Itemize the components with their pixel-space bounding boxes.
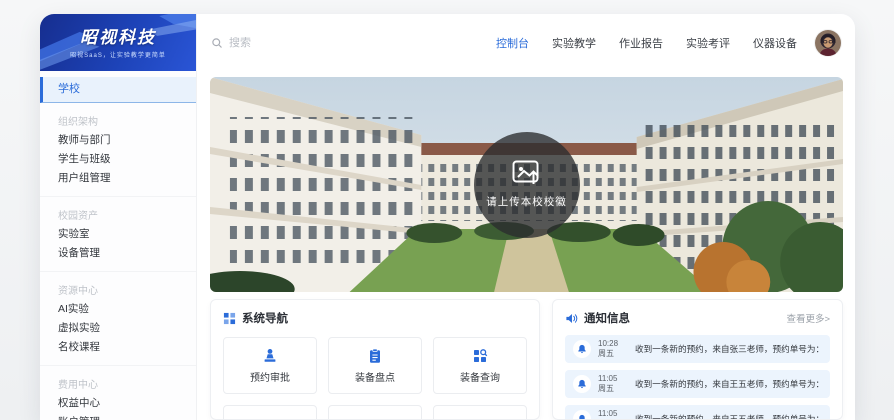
sidebar-item-school[interactable]: 学校 (40, 77, 196, 103)
sidebar-item-teachers-departments[interactable]: 教师与部门 (40, 131, 196, 150)
nav-card-hidden-3[interactable] (433, 405, 527, 420)
bell-icon (573, 340, 591, 358)
notification-panel: 通知信息 查看更多> 10:28周五 收到一条新的预约，来自张三老师，预约单号为… (552, 299, 843, 420)
brand-title: 昭视科技 (40, 23, 196, 48)
notification-row[interactable]: 11:05周五 收到一条新的预约，来自王五老师，预约单号为：Y-0056，请尽快… (565, 405, 830, 420)
panel-title: 通知信息 (584, 310, 630, 326)
nav-card-inventory[interactable]: 装备盘点 (328, 337, 422, 394)
speaker-icon (565, 312, 578, 325)
bell-icon (573, 410, 591, 420)
sidebar-menu: 学校 组织架构 教师与部门 学生与班级 用户组管理 校园资产 实验室 设备管理 … (40, 71, 196, 420)
nav-card-label: 预约审批 (250, 369, 290, 384)
sidebar-group-resource-center: 资源中心 AI实验 虚拟实验 名校课程 (40, 271, 196, 361)
tab-experiment-teaching[interactable]: 实验教学 (552, 35, 596, 51)
tab-instruments[interactable]: 仪器设备 (753, 35, 797, 51)
top-nav: 控制台 实验教学 作业报告 实验考评 仪器设备 (496, 35, 797, 51)
view-more-link[interactable]: 查看更多> (786, 311, 830, 325)
brand-tagline: 昭视SaaS，让实验教学更简单 (40, 50, 196, 59)
search-input[interactable] (229, 37, 349, 49)
sidebar-group-organization: 组织架构 教师与部门 学生与班级 用户组管理 (40, 103, 196, 192)
sidebar-item-school-courses[interactable]: 名校课程 (40, 338, 196, 357)
page-background: 昭视科技 昭视SaaS，让实验教学更简单 学校 组织架构 教师与部门 学生与班级… (0, 0, 894, 420)
sidebar-item-device-management[interactable]: 设备管理 (40, 244, 196, 263)
sidebar-group-title: 校园资产 (40, 199, 196, 225)
notification-row[interactable]: 10:28周五 收到一条新的预约，来自张三老师，预约单号为：Y-0044，请尽快… (565, 335, 830, 363)
tab-experiment-evaluation[interactable]: 实验考评 (686, 35, 730, 51)
hero-banner: 请上传本校校徽 (210, 77, 843, 292)
nav-card-hidden-1[interactable] (223, 405, 317, 420)
notification-time: 11:05周五 (598, 409, 628, 420)
nav-card-label: 装备查询 (460, 369, 500, 384)
image-upload-icon (512, 160, 542, 186)
sidebar: 昭视科技 昭视SaaS，让实验教学更简单 学校 组织架构 教师与部门 学生与班级… (40, 14, 197, 420)
sidebar-group-campus-assets: 校园资产 实验室 设备管理 (40, 196, 196, 267)
bell-icon (573, 375, 591, 393)
notification-list: 10:28周五 收到一条新的预约，来自张三老师，预约单号为：Y-0044，请尽快… (565, 335, 830, 420)
sidebar-item-students-classes[interactable]: 学生与班级 (40, 150, 196, 169)
sidebar-item-rights-center[interactable]: 权益中心 (40, 394, 196, 413)
main-area: 控制台 实验教学 作业报告 实验考评 仪器设备 (197, 14, 855, 420)
sidebar-group-title: 组织架构 (40, 105, 196, 131)
nav-card-grid: 预约审批 装备盘点 (223, 337, 527, 420)
notification-row[interactable]: 11:05周五 收到一条新的预约，来自王五老师，预约单号为：Y-0056，请尽快… (565, 370, 830, 398)
notification-text: 收到一条新的预约，来自张三老师，预约单号为：Y-0044，请尽快处理。 (635, 343, 822, 355)
user-avatar[interactable] (815, 30, 841, 56)
search-box[interactable] (211, 37, 349, 49)
system-navigation-panel: 系统导航 预约审批 (210, 299, 540, 420)
notification-text: 收到一条新的预约，来自王五老师，预约单号为：Y-0056，请尽快处理。 (635, 378, 822, 390)
sidebar-item-laboratory[interactable]: 实验室 (40, 225, 196, 244)
sidebar-item-user-groups[interactable]: 用户组管理 (40, 169, 196, 188)
upload-badge-button[interactable]: 请上传本校校徽 (474, 132, 580, 238)
sidebar-group-title: 资源中心 (40, 274, 196, 300)
nav-card-approval[interactable]: 预约审批 (223, 337, 317, 394)
stamp-icon (262, 348, 278, 364)
top-bar: 控制台 实验教学 作业报告 实验考评 仪器设备 (197, 14, 855, 71)
tab-console[interactable]: 控制台 (496, 35, 529, 51)
avatar-image (815, 30, 841, 56)
notification-time: 10:28周五 (598, 339, 628, 360)
sidebar-item-virtual-experiment[interactable]: 虚拟实验 (40, 319, 196, 338)
search-icon (211, 37, 223, 49)
bottom-panels: 系统导航 预约审批 (210, 299, 843, 420)
grid-icon (223, 312, 236, 325)
upload-badge-label: 请上传本校校徽 (486, 194, 567, 209)
nav-card-hidden-2[interactable] (328, 405, 422, 420)
notification-time: 11:05周五 (598, 374, 628, 395)
notification-text: 收到一条新的预约，来自王五老师，预约单号为：Y-0056，请尽快处理。 (635, 413, 822, 420)
panel-title: 系统导航 (242, 310, 288, 326)
app-window: 昭视科技 昭视SaaS，让实验教学更简单 学校 组织架构 教师与部门 学生与班级… (40, 14, 855, 420)
nav-card-label: 装备盘点 (355, 369, 395, 384)
sidebar-item-account-management[interactable]: 账户管理 (40, 413, 196, 420)
panel-header: 通知信息 查看更多> (565, 310, 830, 326)
sidebar-item-ai-experiment[interactable]: AI实验 (40, 300, 196, 319)
sidebar-group-title: 费用中心 (40, 368, 196, 394)
sidebar-group-expense-center: 费用中心 权益中心 账户管理 发票管理 (40, 365, 196, 420)
grid-search-icon (472, 348, 488, 364)
brand-logo[interactable]: 昭视科技 昭视SaaS，让实验教学更简单 (40, 14, 196, 71)
panel-header: 系统导航 (223, 310, 527, 326)
tab-homework-report[interactable]: 作业报告 (619, 35, 663, 51)
nav-card-query[interactable]: 装备查询 (433, 337, 527, 394)
clipboard-icon (367, 348, 383, 364)
